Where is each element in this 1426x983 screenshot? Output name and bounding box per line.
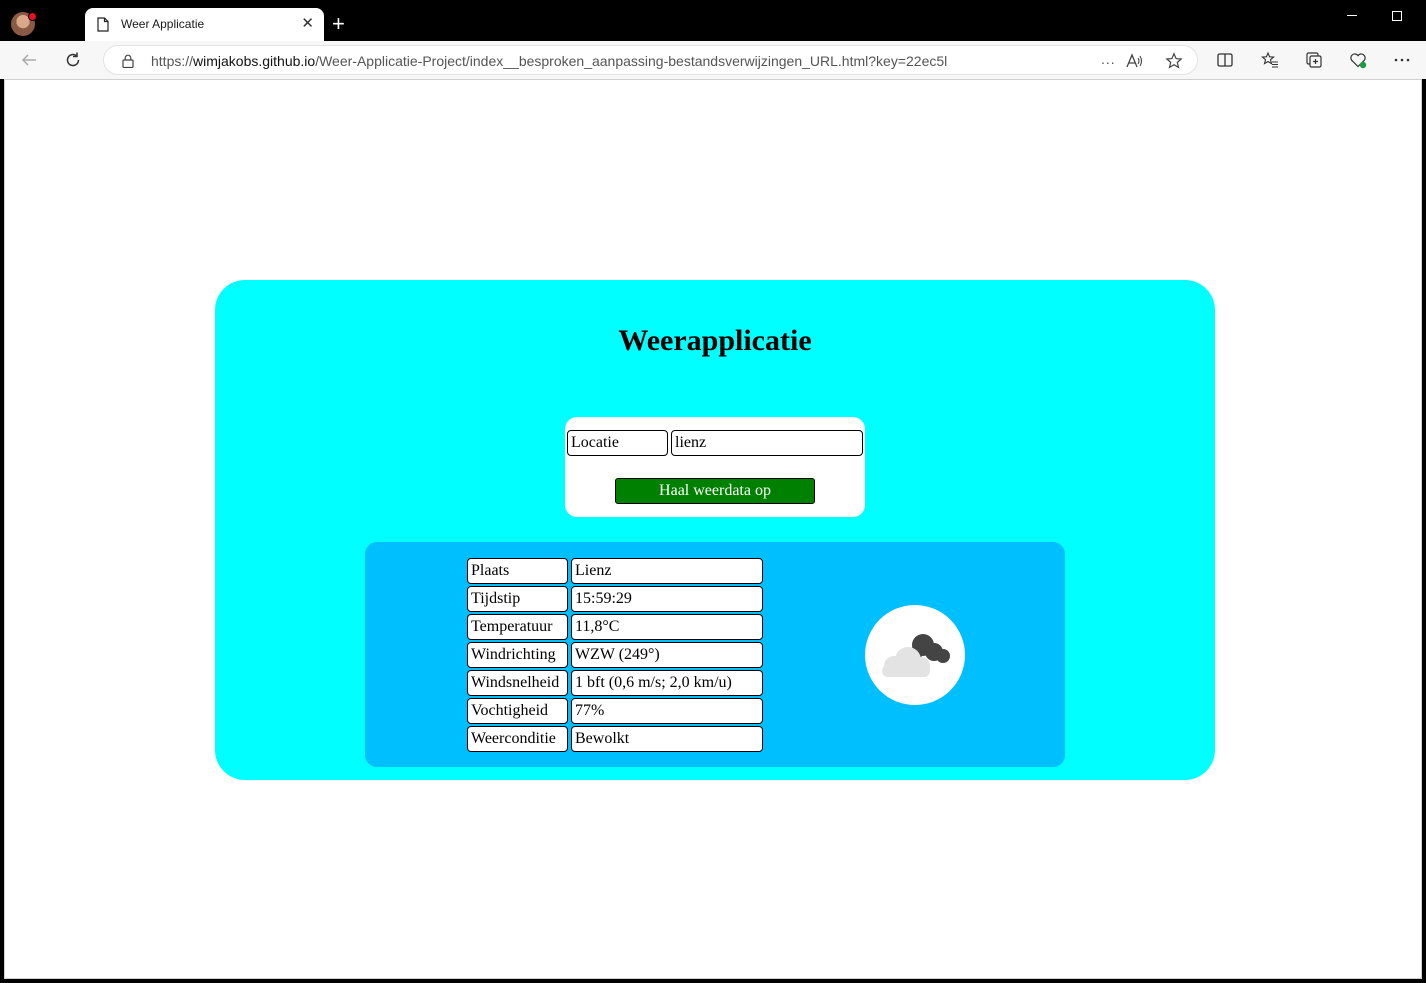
page-title: Weerapplicatie: [618, 324, 812, 357]
browser-toolbar: https://wimjakobs.github.io/Weer-Applica…: [0, 41, 1426, 79]
address-bar[interactable]: https://wimjakobs.github.io/Weer-Applica…: [103, 45, 1198, 75]
url-host: wimjakobs.github.io: [193, 53, 316, 69]
value-temperatuur: 11,8°C: [571, 614, 763, 640]
value-tijdstip: 15:59:29: [571, 586, 763, 612]
favorites-icon[interactable]: [1261, 51, 1279, 69]
label-vochtigheid: Vochtigheid: [467, 698, 568, 724]
browser-essentials-icon[interactable]: [1349, 51, 1367, 69]
favorite-star-icon[interactable]: [1165, 52, 1183, 70]
value-windsnelheid: 1 bft (0,6 m/s; 2,0 km/u): [571, 670, 763, 696]
read-aloud-icon[interactable]: [1125, 52, 1143, 70]
value-windrichting: WZW (249°): [571, 642, 763, 668]
tab-title: Weer Applicatie: [121, 17, 205, 31]
url-prefix: https://: [151, 53, 194, 69]
location-form: Locatie lienz Haal weerdata op: [565, 417, 865, 517]
weather-app-container: Weerapplicatie Locatie lienz Haal weerda…: [215, 280, 1215, 780]
location-label: Locatie: [567, 430, 668, 456]
split-screen-icon[interactable]: [1216, 51, 1234, 69]
refresh-icon[interactable]: [62, 49, 84, 71]
page-viewport: Weerapplicatie Locatie lienz Haal weerda…: [4, 79, 1422, 979]
label-weerconditie: Weerconditie: [467, 726, 568, 752]
value-weerconditie: Bewolkt: [571, 726, 763, 752]
collections-icon[interactable]: [1305, 51, 1323, 69]
more-options-icon[interactable]: [1393, 51, 1411, 69]
title-bar: Weer Applicatie ✕ +: [0, 0, 1426, 41]
back-icon[interactable]: [18, 49, 40, 71]
tab-weer-applicatie[interactable]: Weer Applicatie ✕: [85, 8, 324, 41]
notification-badge-icon: [28, 12, 37, 21]
url-path: /Weer-Applicatie-Project/index__besproke…: [315, 53, 948, 69]
fetch-weather-button[interactable]: Haal weerdata op: [615, 478, 815, 504]
close-tab-icon[interactable]: ✕: [301, 16, 314, 32]
maximize-window-icon[interactable]: [1392, 11, 1402, 21]
weather-result-panel: Plaats Lienz Tijdstip 15:59:29 Temperatu…: [365, 542, 1065, 767]
label-windsnelheid: Windsnelheid: [467, 670, 568, 696]
label-tijdstip: Tijdstip: [467, 586, 568, 612]
new-tab-icon[interactable]: +: [332, 12, 345, 36]
weather-icon-container: [865, 605, 965, 705]
minimize-window-icon[interactable]: [1347, 15, 1357, 16]
label-temperatuur: Temperatuur: [467, 614, 568, 640]
url-text[interactable]: https://wimjakobs.github.io/Weer-Applica…: [151, 53, 947, 69]
label-plaats: Plaats: [467, 558, 568, 584]
broken-clouds-icon: [882, 634, 950, 677]
value-vochtigheid: 77%: [571, 698, 763, 724]
page-icon: [97, 17, 109, 32]
url-overflow-ellipsis: ...: [1101, 51, 1116, 67]
lock-icon[interactable]: [122, 54, 134, 68]
value-plaats: Lienz: [571, 558, 763, 584]
label-windrichting: Windrichting: [467, 642, 568, 668]
location-input[interactable]: lienz: [671, 430, 863, 456]
